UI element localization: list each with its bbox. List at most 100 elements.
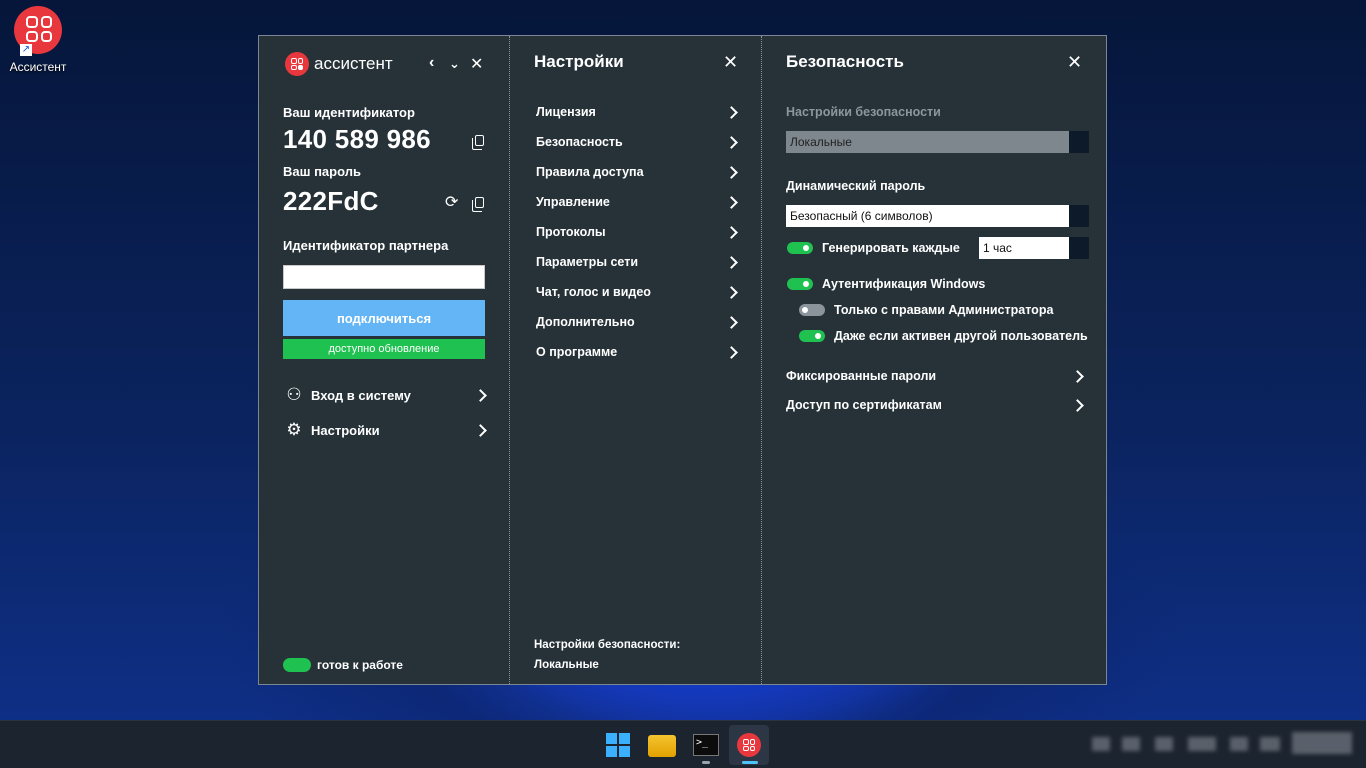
dropdown-button[interactable] — [1069, 131, 1089, 153]
password-value: 222FdC — [283, 186, 379, 216]
fixed-passwords-item[interactable]: Фиксированные пароли — [786, 364, 1086, 388]
partner-id-label: Идентификатор партнера — [283, 238, 449, 253]
menu-settings[interactable]: ⚙ Настройки — [283, 417, 489, 443]
minimize-chevron-icon[interactable]: ⌄ — [449, 56, 460, 72]
tray-icon[interactable] — [1092, 737, 1110, 751]
menu-login-label: Вход в систему — [311, 387, 411, 403]
chevron-right-icon — [1071, 369, 1084, 383]
chevron-right-icon — [474, 388, 487, 402]
tray-icon[interactable] — [1122, 737, 1140, 751]
start-windows-icon[interactable] — [603, 730, 633, 760]
chevron-right-icon — [725, 315, 738, 329]
tray-icon[interactable] — [1230, 737, 1248, 751]
password-label: Ваш пароль — [283, 164, 361, 179]
close-window-icon[interactable]: ✕ — [470, 54, 483, 74]
menu-settings-label: Настройки — [311, 422, 380, 438]
admin-only-toggle[interactable] — [799, 304, 825, 316]
settings-item-label: Лицензия — [536, 105, 596, 119]
settings-item-about[interactable]: О программе — [536, 340, 740, 364]
shortcut-arrow-icon: ↗ — [20, 44, 32, 56]
chevron-right-icon — [725, 105, 738, 119]
assistant-logo-icon — [285, 52, 309, 76]
chevron-right-icon — [725, 345, 738, 359]
dropdown-button[interactable] — [1069, 237, 1089, 259]
partner-id-input[interactable] — [283, 265, 485, 289]
terminal-icon[interactable]: >_ — [693, 734, 719, 756]
refresh-password-icon[interactable]: ⟳ — [445, 192, 458, 212]
tray-icon[interactable] — [1260, 737, 1280, 751]
chevron-right-icon — [725, 255, 738, 269]
windows-auth-toggle[interactable] — [787, 278, 813, 290]
dynamic-password-select[interactable]: Безопасный (6 символов) — [786, 205, 1089, 227]
cert-access-label: Доступ по сертификатам — [786, 398, 942, 412]
assistant-logo-icon: ↗ — [14, 6, 62, 56]
settings-item-protocols[interactable]: Протоколы — [536, 220, 740, 244]
assistant-taskbar-icon[interactable] — [737, 733, 761, 757]
tray-icon[interactable] — [1155, 737, 1173, 751]
settings-item-chat[interactable]: Чат, голос и видео — [536, 280, 740, 304]
settings-item-security[interactable]: Безопасность — [536, 130, 740, 154]
security-title: Безопасность — [786, 52, 904, 71]
other-user-toggle[interactable] — [799, 330, 825, 342]
tray-icon[interactable] — [1188, 737, 1216, 751]
assistant-active-indicator — [742, 761, 758, 764]
chevron-right-icon — [725, 195, 738, 209]
security-panel: Безопасность ✕ Настройки безопасности Ло… — [762, 36, 1106, 684]
generate-label: Генерировать каждые — [822, 241, 960, 255]
settings-item-label: Правила доступа — [536, 165, 644, 179]
brand: ассистент — [285, 52, 393, 76]
connect-button[interactable]: подключиться — [283, 300, 485, 336]
generate-toggle[interactable] — [787, 242, 813, 254]
terminal-running-indicator — [702, 761, 710, 764]
settings-item-label: Управление — [536, 195, 610, 209]
settings-item-label: О программе — [536, 345, 618, 359]
tray-clock[interactable] — [1292, 732, 1352, 754]
chevron-right-icon — [725, 285, 738, 299]
status-indicator: готов к работе — [283, 658, 403, 672]
security-settings-value: Локальные — [786, 131, 1069, 153]
settings-item-network[interactable]: Параметры сети — [536, 250, 740, 274]
copy-id-icon[interactable] — [472, 135, 484, 150]
chevron-right-icon — [474, 423, 487, 437]
generate-interval-select[interactable]: 1 час — [979, 237, 1089, 259]
dynamic-password-label: Динамический пароль — [786, 179, 926, 193]
security-settings-label: Настройки безопасности — [786, 105, 941, 119]
copy-password-icon[interactable] — [472, 197, 484, 212]
dynamic-password-value: Безопасный (6 символов) — [786, 205, 1069, 227]
settings-item-license[interactable]: Лицензия — [536, 100, 740, 124]
menu-login[interactable]: ⚇ Вход в систему — [283, 382, 489, 408]
status-ready-icon — [283, 658, 311, 672]
back-icon[interactable]: ‹ — [429, 54, 434, 72]
gears-icon: ⚙ — [286, 420, 302, 439]
main-panel: ассистент ‹ ⌄ ✕ Ваш идентификатор 140 58… — [259, 36, 510, 684]
settings-item-control[interactable]: Управление — [536, 190, 740, 214]
desktop-shortcut-label: Ассистент — [9, 60, 67, 74]
settings-item-label: Параметры сети — [536, 255, 639, 269]
user-icon: ⚇ — [286, 385, 302, 404]
dropdown-button[interactable] — [1069, 205, 1089, 227]
chevron-right-icon — [1071, 398, 1084, 412]
settings-item-access-rules[interactable]: Правила доступа — [536, 160, 740, 184]
update-available-link[interactable]: доступно обновление — [283, 339, 485, 359]
close-settings-icon[interactable]: ✕ — [723, 52, 738, 73]
settings-panel: Настройки ✕ Лицензия Безопасность Правил… — [510, 36, 762, 684]
chevron-right-icon — [725, 135, 738, 149]
admin-only-label: Только с правами Администратора — [834, 303, 1054, 317]
settings-item-label: Чат, голос и видео — [536, 285, 651, 299]
settings-item-label: Протоколы — [536, 225, 606, 239]
settings-item-advanced[interactable]: Дополнительно — [536, 310, 740, 334]
settings-title: Настройки — [534, 52, 624, 71]
status-text: готов к работе — [317, 658, 403, 672]
security-summary-value: Локальные — [534, 659, 599, 671]
fixed-passwords-label: Фиксированные пароли — [786, 369, 937, 383]
generate-interval-value: 1 час — [979, 237, 1069, 259]
id-label: Ваш идентификатор — [283, 105, 415, 120]
brand-name: ассистент — [314, 54, 393, 73]
settings-item-label: Дополнительно — [536, 315, 635, 329]
file-explorer-icon[interactable] — [648, 735, 676, 757]
desktop-shortcut-assistant[interactable]: ↗ Ассистент — [6, 6, 70, 74]
chevron-right-icon — [725, 165, 738, 179]
security-settings-select[interactable]: Локальные — [786, 131, 1089, 153]
cert-access-item[interactable]: Доступ по сертификатам — [786, 393, 1086, 417]
close-security-icon[interactable]: ✕ — [1067, 52, 1082, 73]
